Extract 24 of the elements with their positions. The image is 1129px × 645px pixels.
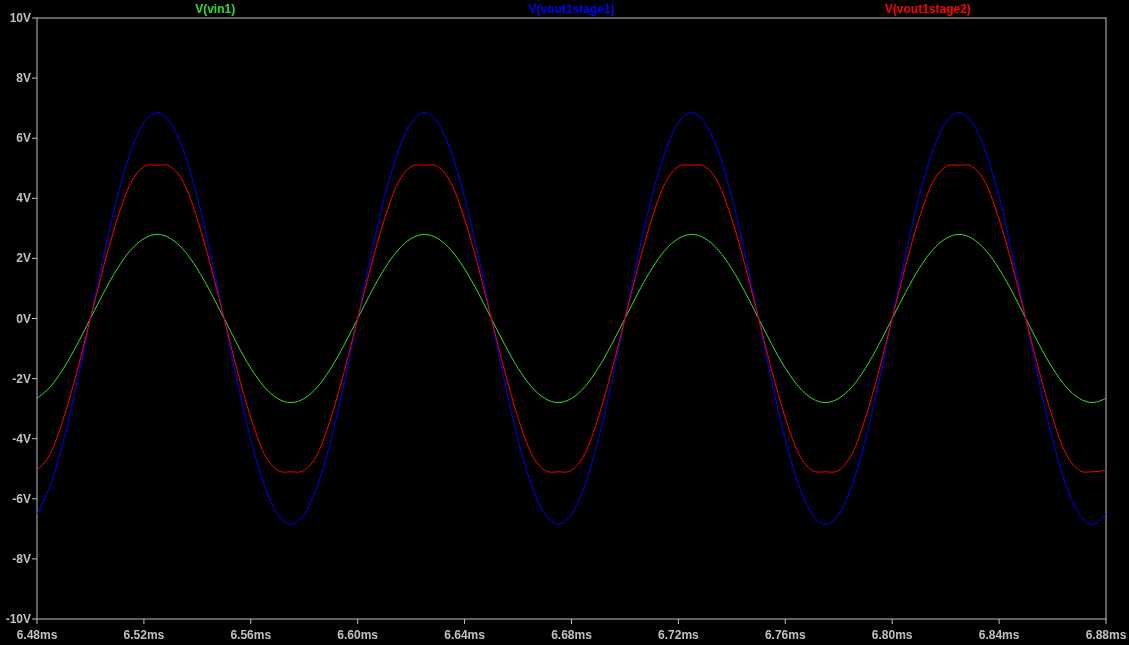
y-tick-label: -10V <box>5 612 31 626</box>
trace-label[interactable]: V(vout1stage2) <box>884 2 971 16</box>
x-tick-label: 6.56ms <box>230 628 272 642</box>
x-tick-label: 6.68ms <box>551 628 592 642</box>
x-tick-label: 6.52ms <box>123 628 165 642</box>
y-tick-label: -6V <box>12 491 31 506</box>
y-tick-label: 10V <box>9 11 31 25</box>
x-tick-label: 6.60ms <box>337 628 379 642</box>
x-tick-label: 6.80ms <box>871 628 913 642</box>
x-tick-label: 6.76ms <box>764 628 806 642</box>
x-tick-label: 6.48ms <box>16 628 58 642</box>
y-tick-label: 6V <box>16 131 31 146</box>
trace-label[interactable]: V(vin1) <box>195 2 236 16</box>
y-tick-label: -4V <box>12 431 31 446</box>
x-tick-label: 6.72ms <box>658 628 699 642</box>
y-tick-label: -2V <box>12 371 31 386</box>
y-tick-label: 4V <box>16 191 31 206</box>
x-tick-label: 6.84ms <box>978 628 1020 642</box>
y-tick-label: 2V <box>16 251 31 266</box>
y-tick-label: 0V <box>16 311 31 326</box>
y-tick-label: -8V <box>12 551 31 566</box>
x-tick-label: 6.64ms <box>444 628 485 642</box>
x-tick-label: 6.88ms <box>1085 628 1127 642</box>
y-tick-label: 8V <box>16 71 31 86</box>
